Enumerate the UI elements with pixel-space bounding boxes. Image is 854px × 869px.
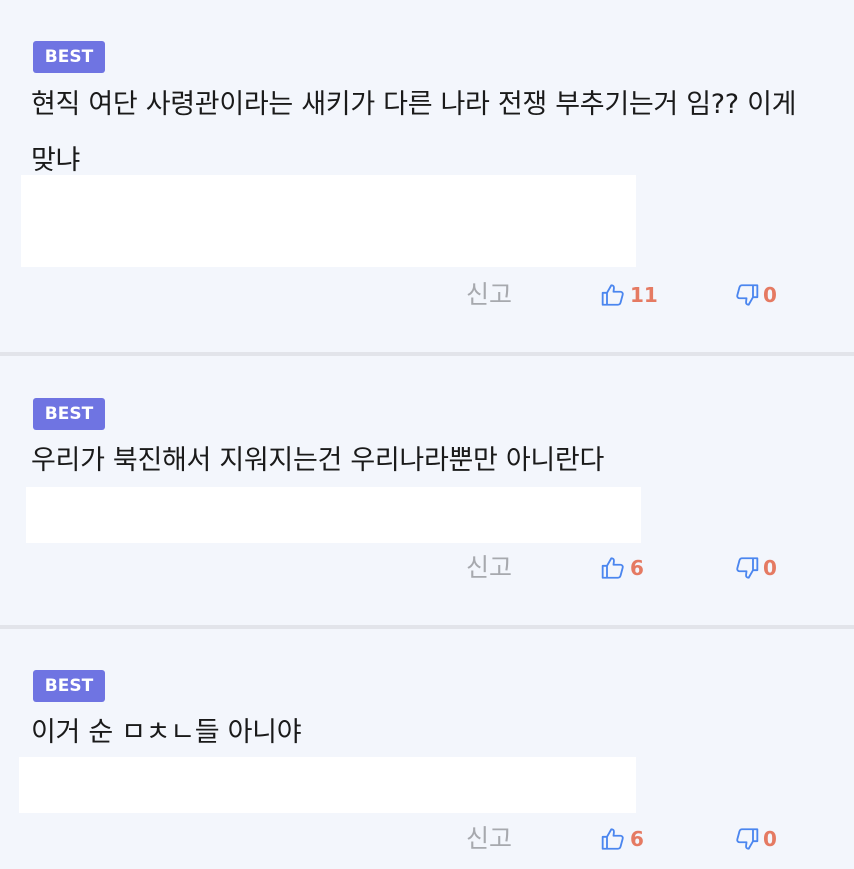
like-count: 11 [630, 283, 658, 307]
like-count: 6 [630, 556, 644, 580]
comment-text: 현직 여단 사령관이라는 새키가 다른 나라 전쟁 부추기는거 임?? 이게 맞… [31, 89, 797, 176]
dislike-button[interactable]: 0 [733, 819, 777, 859]
best-badge: BEST [33, 398, 105, 430]
report-button[interactable]: 신고 [466, 548, 512, 588]
blank-area [21, 175, 636, 267]
thumbs-down-icon [736, 284, 759, 306]
report-button[interactable]: 신고 [466, 275, 512, 315]
thumbs-down-icon [736, 828, 759, 850]
best-badge: BEST [33, 41, 105, 73]
thumbs-up-icon [601, 557, 624, 579]
like-button[interactable]: 6 [600, 819, 644, 859]
thumbs-down-icon [736, 557, 759, 579]
comment-actions: 신고 6 0 [0, 548, 854, 588]
dislike-button[interactable]: 0 [733, 275, 777, 315]
comment-text: 이거 순 ㅁㅊㄴ들 아니야 [31, 717, 302, 748]
comment-item: BEST 우리가 북진해서 지워지는건 우리나라뿐만 아니란다 신고 6 0 [0, 356, 854, 625]
thumbs-up-icon [601, 828, 624, 850]
dislike-count: 0 [763, 283, 777, 307]
comment-actions: 신고 6 0 [0, 819, 854, 859]
like-button[interactable]: 6 [600, 548, 644, 588]
blank-area [19, 757, 636, 813]
comment-text: 우리가 북진해서 지워지는건 우리나라뿐만 아니란다 [31, 445, 605, 476]
comment-item: BEST 이거 순 ㅁㅊㄴ들 아니야 신고 6 0 [0, 629, 854, 869]
dislike-button[interactable]: 0 [733, 548, 777, 588]
comment-actions: 신고 11 0 [0, 275, 854, 315]
best-badge: BEST [33, 670, 105, 702]
dislike-count: 0 [763, 827, 777, 851]
thumbs-up-icon [601, 284, 624, 306]
dislike-count: 0 [763, 556, 777, 580]
like-count: 6 [630, 827, 644, 851]
report-button[interactable]: 신고 [466, 819, 512, 859]
blank-area [26, 487, 641, 543]
like-button[interactable]: 11 [600, 275, 658, 315]
comment-item: BEST 현직 여단 사령관이라는 새키가 다른 나라 전쟁 부추기는거 임??… [0, 0, 854, 352]
